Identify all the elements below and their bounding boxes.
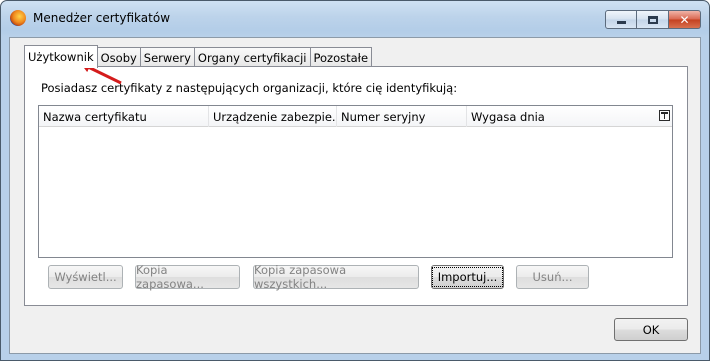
maximize-button[interactable] [637,10,669,29]
import-button-label: Importuj... [431,267,504,287]
maximize-icon [647,15,658,24]
delete-button-label: Usuń... [532,270,573,284]
tab-servers[interactable]: Serwery [139,47,194,67]
column-header-expires[interactable]: Wygasa dnia [467,106,653,127]
firefox-icon [10,10,26,26]
view-button-label: Wyświetl... [54,270,117,284]
close-icon: ✕ [679,12,690,27]
dialog-client-area: Użytkownik Osoby Serwery Organy certyfik… [9,37,701,354]
minimize-button[interactable] [605,10,637,29]
intro-text: Posiadasz certyfikaty z następujących or… [41,81,458,95]
close-button[interactable]: ✕ [669,10,701,29]
backup-all-button[interactable]: Kopia zapasowa wszystkich... [253,263,419,291]
minimize-icon [616,21,626,24]
tab-people[interactable]: Osoby [97,47,140,67]
certificate-manager-window: Menedżer certyfikatów ✕ Użytkownik Osoby… [0,0,710,361]
column-header-serial[interactable]: Numer seryjny [337,106,467,127]
title-bar[interactable]: Menedżer certyfikatów ✕ [1,1,709,37]
backup-all-button-label: Kopia zapasowa wszystkich... [254,263,347,291]
view-button[interactable]: Wyświetl... [48,265,123,289]
tab-panel-user: Posiadasz certyfikaty z następujących or… [24,66,688,306]
delete-button[interactable]: Usuń... [516,265,589,289]
tab-strip: Użytkownik Osoby Serwery Organy certyfik… [24,45,373,68]
tab-authorities[interactable]: Organy certyfikacji [193,47,310,67]
column-header-device[interactable]: Urządzenie zabezpie... [209,106,337,127]
ok-button-label: OK [642,322,660,337]
tab-user[interactable]: Użytkownik [24,45,98,68]
column-picker-icon[interactable] [659,110,670,121]
column-header-name[interactable]: Nazwa certyfikatu [39,106,209,127]
import-button[interactable]: Importuj... [431,265,504,289]
window-title: Menedżer certyfikatów [33,11,171,25]
backup-button-label: Kopia zapasowa... [136,263,204,291]
certificate-tree[interactable]: Nazwa certyfikatu Urządzenie zabezpie...… [38,105,673,258]
ok-button[interactable]: OK [614,318,688,341]
tab-others[interactable]: Pozostałe [309,47,373,67]
backup-button[interactable]: Kopia zapasowa... [135,263,240,291]
tree-header: Nazwa certyfikatu Urządzenie zabezpie...… [39,106,672,127]
